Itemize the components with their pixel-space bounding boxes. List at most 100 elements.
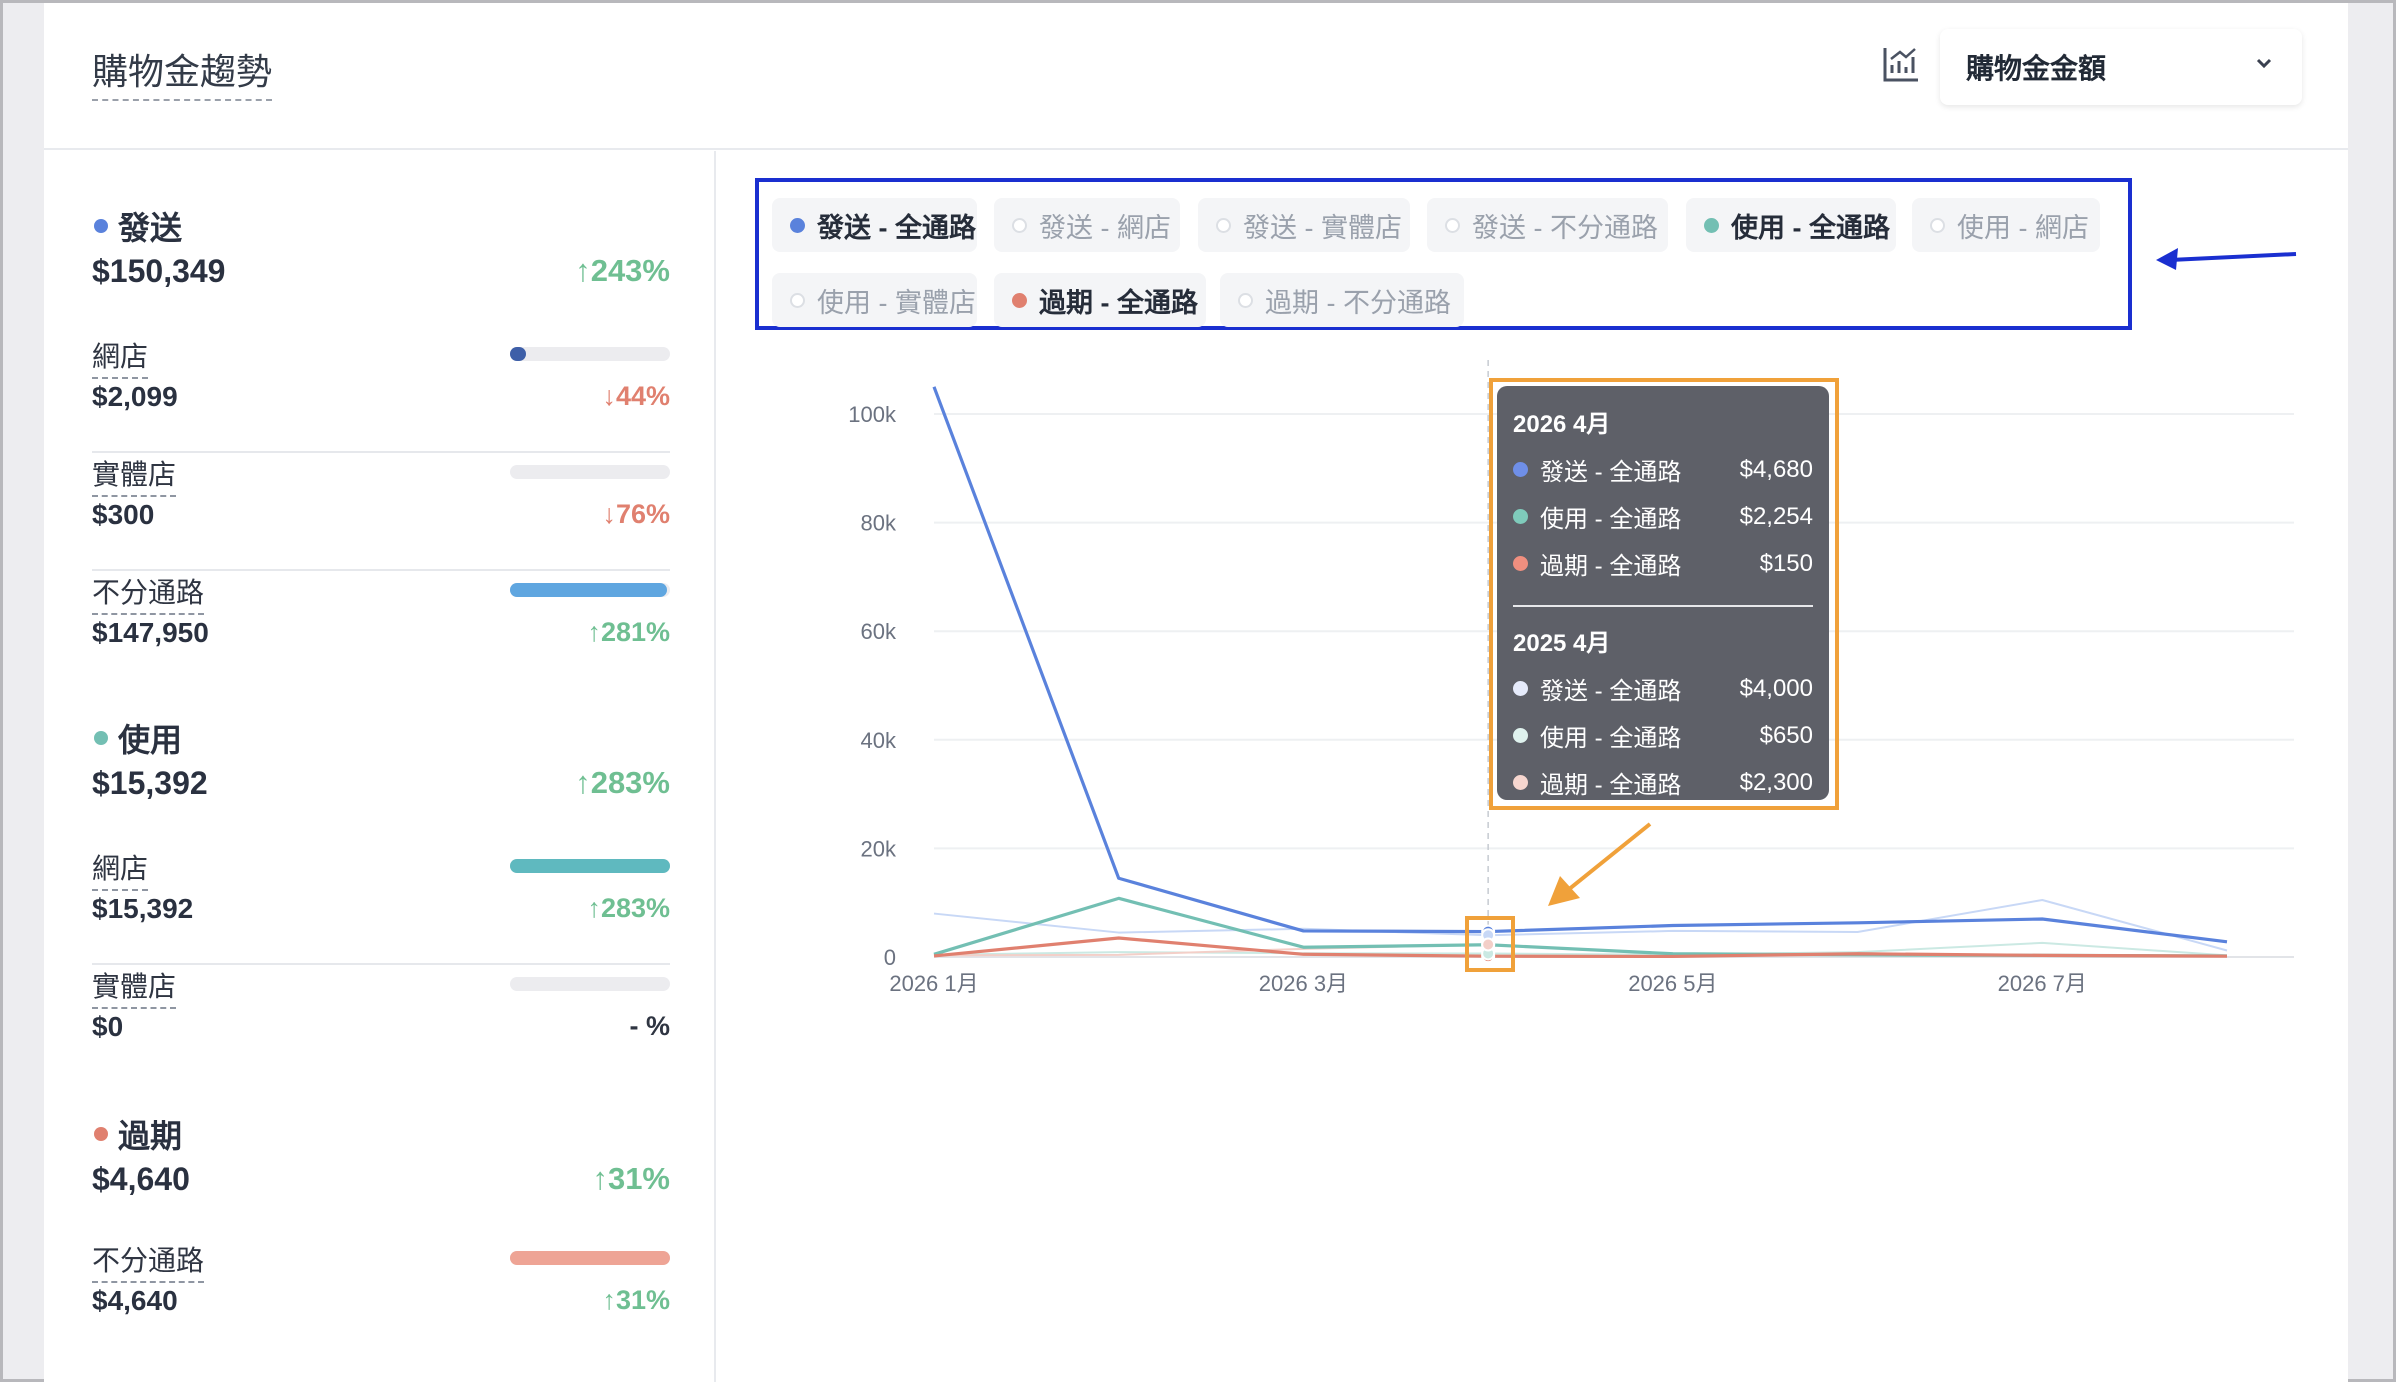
tooltip-row-label: 過期 - 全通路 — [1540, 772, 1682, 799]
share-bar-fill — [510, 347, 526, 361]
tooltip-row: 發送 - 全通路 $4,680 — [1513, 446, 1813, 493]
tooltip-row: 使用 - 全通路 $2,254 — [1513, 493, 1813, 540]
group-total: $15,392 — [92, 765, 208, 801]
tooltip-row-value: $2,254 — [1739, 502, 1813, 530]
tooltip-row: 過期 - 全通路 $150 — [1513, 540, 1813, 587]
legend-dot-icon — [790, 292, 805, 308]
legend-label: 發送 - 網店 — [1039, 212, 1171, 243]
share-bar — [510, 465, 670, 479]
legend-chip[interactable]: 發送 - 網店 — [994, 198, 1180, 252]
legend-chip[interactable]: 使用 - 實體店 — [772, 273, 977, 327]
legend-dot-icon — [1930, 217, 1945, 233]
line-chart-icon[interactable] — [1880, 43, 1922, 85]
legend-chip[interactable]: 發送 - 不分通路 — [1427, 198, 1668, 252]
arrow-down-left-icon — [1548, 822, 1652, 906]
legend-chip[interactable]: 發送 - 全通路 — [772, 198, 977, 252]
series-dot-icon — [1513, 556, 1528, 571]
group-total: $4,640 — [92, 1161, 190, 1197]
tooltip-row: 發送 - 全通路 $4,000 — [1513, 665, 1813, 712]
y-tick-label: 0 — [884, 945, 896, 970]
series-dot-icon — [1513, 681, 1528, 696]
legend-dot-icon — [1216, 217, 1231, 233]
legend-chip[interactable]: 過期 - 不分通路 — [1220, 273, 1464, 327]
x-tick-label: 2026 1月 — [889, 971, 978, 996]
sub-row-any-channel: 不分通路 $147,950 ↑281% — [92, 571, 670, 689]
sub-change: ↑281% — [587, 617, 670, 647]
tooltip-row-label: 發送 - 全通路 — [1540, 678, 1682, 705]
metric-select[interactable]: 購物金金額 — [1940, 29, 2302, 105]
chevron-down-icon — [2256, 58, 2272, 69]
expire-dot-icon — [94, 1127, 108, 1141]
series-dot-icon — [1513, 462, 1528, 477]
y-tick-label: 40k — [861, 728, 897, 753]
tooltip-row-value: $4,680 — [1739, 455, 1813, 483]
group-header: 使用 — [92, 715, 670, 771]
tooltip-row: 使用 - 全通路 $650 — [1513, 712, 1813, 759]
sub-change: ↑283% — [587, 893, 670, 923]
legend-chip[interactable]: 使用 - 網店 — [1912, 198, 2100, 252]
metric-select-value: 購物金金額 — [1966, 53, 2107, 84]
sub-label: 網店 — [92, 335, 149, 379]
share-bar-fill — [510, 1251, 670, 1265]
tooltip-title: 2026 4月 — [1513, 411, 1611, 438]
sub-row-online: 網店 $2,099 ↓44% — [92, 335, 670, 453]
tooltip-row-label: 過期 - 全通路 — [1540, 553, 1682, 580]
tooltip-row-value: $2,300 — [1739, 768, 1813, 796]
group-change: ↑31% — [592, 1161, 670, 1196]
sub-change: ↑31% — [602, 1285, 670, 1315]
sub-value: $300 — [92, 499, 155, 530]
arrow-left-icon — [2156, 248, 2297, 270]
tooltip-row: 過期 - 全通路 $2,300 — [1513, 759, 1813, 806]
share-bar — [510, 1251, 670, 1265]
sub-label: 實體店 — [92, 453, 177, 497]
legend-label: 過期 - 不分通路 — [1265, 287, 1451, 318]
sub-row-store: 實體店 $0 - % — [92, 965, 670, 1083]
send-dot-icon — [94, 219, 108, 233]
tooltip-row-label: 使用 - 全通路 — [1540, 725, 1682, 752]
legend-dot-icon — [1012, 292, 1027, 308]
legend-label: 過期 - 全通路 — [1039, 287, 1198, 318]
summary-group-expire: 過期 $4,640 ↑31% 不分通路 $4,640 ↑31% — [92, 1111, 670, 1331]
legend-chip[interactable]: 發送 - 實體店 — [1198, 198, 1410, 252]
sub-label: 不分通路 — [92, 571, 205, 615]
legend-dot-icon — [1012, 217, 1027, 233]
legend-dot-icon — [1445, 217, 1460, 233]
legend-chip[interactable]: 過期 - 全通路 — [994, 273, 1206, 327]
x-tick-label: 2026 3月 — [1259, 971, 1348, 996]
sub-change: ↓44% — [602, 381, 670, 411]
sub-change: - % — [629, 1011, 671, 1041]
sub-label: 網店 — [92, 847, 149, 891]
sub-value: $147,950 — [92, 617, 209, 648]
share-bar — [510, 859, 670, 873]
sub-value: $0 — [92, 1011, 124, 1042]
tooltip-divider — [1513, 605, 1813, 607]
tooltip-row-value: $150 — [1759, 549, 1813, 577]
share-bar-fill — [510, 583, 667, 597]
series-dot-icon — [1513, 775, 1528, 790]
card-header: 購物金趨勢 購物金金額 — [44, 3, 2348, 150]
sub-row-store: 實體店 $300 ↓76% — [92, 453, 670, 571]
sub-change: ↓76% — [602, 499, 670, 529]
legend-dot-icon — [1238, 292, 1253, 308]
tooltip-row-label: 發送 - 全通路 — [1540, 459, 1682, 486]
y-tick-label: 20k — [861, 836, 897, 861]
tooltip-row-label: 使用 - 全通路 — [1540, 506, 1682, 533]
share-bar — [510, 583, 670, 597]
tooltip-row-value: $650 — [1759, 721, 1813, 749]
series-dot-icon — [1513, 509, 1528, 524]
legend-label: 使用 - 網店 — [1957, 212, 2089, 243]
legend-dot-icon — [790, 217, 805, 233]
y-tick-label: 100k — [848, 402, 897, 427]
sub-value: $2,099 — [92, 381, 178, 412]
legend-chip[interactable]: 使用 - 全通路 — [1686, 198, 1896, 252]
x-tick-label: 2026 5月 — [1628, 971, 1717, 996]
y-tick-label: 60k — [861, 619, 897, 644]
x-tick-label: 2026 7月 — [1998, 971, 2087, 996]
group-label: 過期 — [118, 1118, 183, 1154]
share-bar — [510, 347, 670, 361]
summary-group-send: 發送 $150,349 ↑243% 網店 $2,099 ↓44% 實體店 $30… — [92, 203, 670, 648]
legend-label: 發送 - 全通路 — [817, 212, 976, 243]
group-header: 發送 — [92, 203, 670, 259]
sub-value: $15,392 — [92, 893, 194, 924]
group-change: ↑283% — [575, 765, 670, 800]
